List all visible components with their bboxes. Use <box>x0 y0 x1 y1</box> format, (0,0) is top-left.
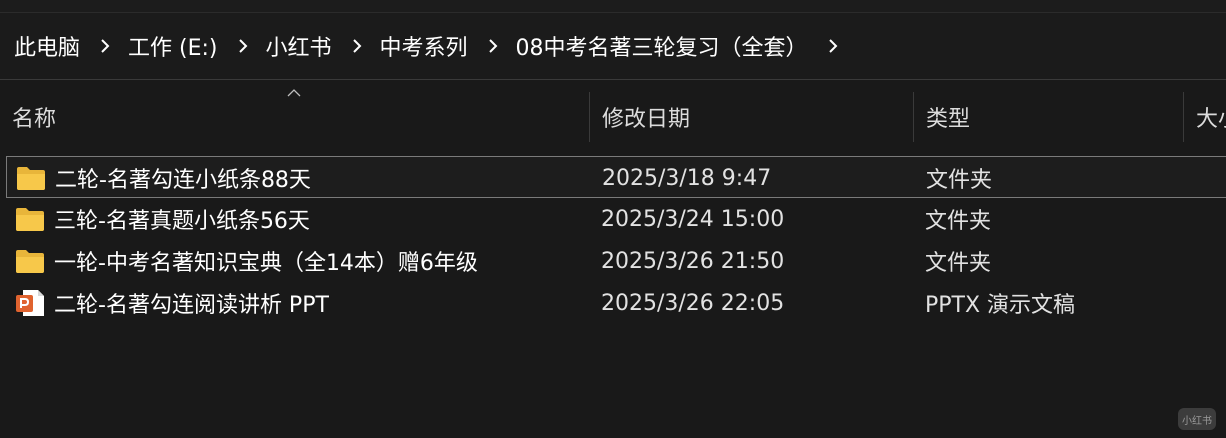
folder-icon <box>17 167 45 190</box>
powerpoint-icon <box>16 290 44 316</box>
chevron-right-icon[interactable] <box>346 35 368 57</box>
file-row[interactable]: 二轮-名著勾连阅读讲析 PPT 2025/3/26 22:05 PPTX 演示文… <box>6 282 1226 324</box>
file-type: 文件夹 <box>926 168 993 193</box>
column-divider[interactable] <box>913 92 914 142</box>
column-header-date[interactable]: 修改日期 <box>602 92 902 142</box>
file-type: 文件夹 <box>925 251 992 276</box>
column-divider[interactable] <box>1183 92 1184 142</box>
folder-icon <box>16 208 44 231</box>
file-name: 三轮-名著真题小纸条56天 <box>54 209 310 234</box>
window-top-edge <box>0 0 1226 13</box>
watermark-logo: 小红书 <box>1178 408 1216 430</box>
folder-icon <box>16 250 44 273</box>
file-name: 二轮-名著勾连阅读讲析 PPT <box>54 293 329 318</box>
breadcrumb-item-current-folder[interactable]: 08中考名著三轮复习（全套） <box>516 30 808 62</box>
file-date: 2025/3/24 15:00 <box>601 206 785 232</box>
chevron-right-icon[interactable] <box>482 35 504 57</box>
file-type: 文件夹 <box>925 209 992 234</box>
breadcrumb-item-xiaohongshu[interactable]: 小红书 <box>266 30 332 62</box>
file-type: PPTX 演示文稿 <box>925 293 1076 318</box>
file-name: 一轮-中考名著知识宝典（全14本）赠6年级 <box>54 251 478 276</box>
breadcrumb-item-drive[interactable]: 工作 (E:) <box>128 30 217 62</box>
column-header-type[interactable]: 类型 <box>926 92 1176 142</box>
file-date: 2025/3/18 9:47 <box>602 165 772 191</box>
breadcrumb: 此电脑 工作 (E:) 小红书 中考系列 08中考名著三轮复习（全套） <box>0 13 1226 80</box>
column-divider[interactable] <box>589 92 590 142</box>
file-date: 2025/3/26 21:50 <box>601 248 785 274</box>
file-date: 2025/3/26 22:05 <box>601 290 785 316</box>
chevron-right-icon[interactable] <box>822 35 844 57</box>
file-explorer-window: 此电脑 工作 (E:) 小红书 中考系列 08中考名著三轮复习（全套） 名称 修… <box>0 0 1226 438</box>
breadcrumb-item-this-pc[interactable]: 此电脑 <box>14 30 80 62</box>
file-row[interactable]: 三轮-名著真题小纸条56天 2025/3/24 15:00 文件夹 <box>6 198 1226 240</box>
column-header-name[interactable]: 名称 <box>12 92 582 142</box>
file-name: 二轮-名著勾连小纸条88天 <box>55 168 311 193</box>
chevron-right-icon[interactable] <box>94 35 116 57</box>
file-row[interactable]: 二轮-名著勾连小纸条88天 2025/3/18 9:47 文件夹 <box>6 156 1226 198</box>
column-header-size[interactable]: 大小 <box>1196 92 1226 142</box>
breadcrumb-item-series[interactable]: 中考系列 <box>380 30 468 62</box>
chevron-right-icon[interactable] <box>232 35 254 57</box>
file-row[interactable]: 一轮-中考名著知识宝典（全14本）赠6年级 2025/3/26 21:50 文件… <box>6 240 1226 282</box>
